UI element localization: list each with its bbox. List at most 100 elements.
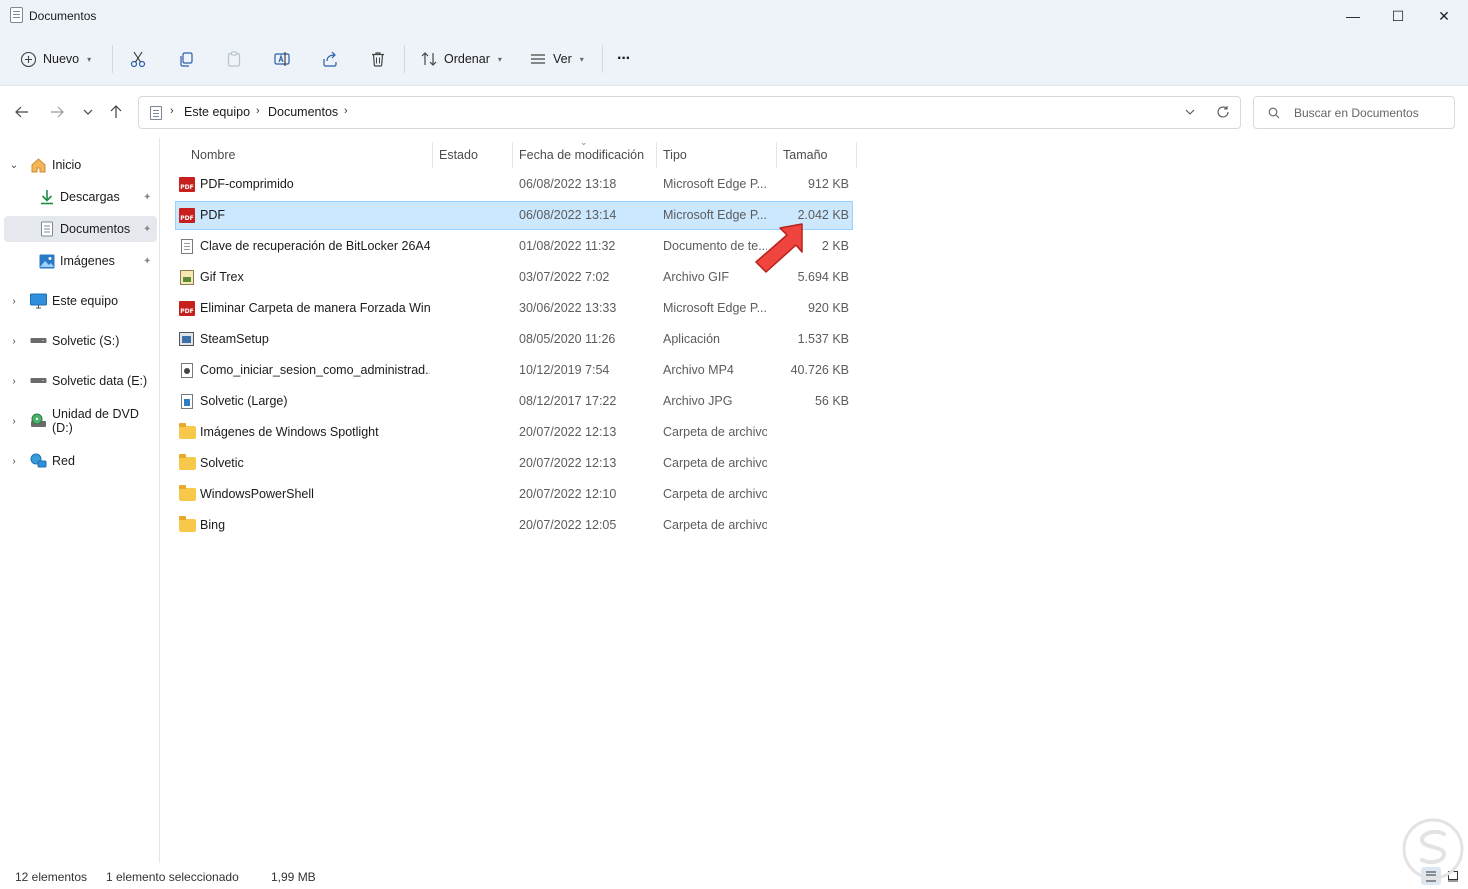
search-input[interactable] xyxy=(1294,103,1444,123)
share-button[interactable] xyxy=(321,44,339,74)
new-button[interactable]: Nuevo ▾ xyxy=(20,44,91,74)
file-row-solvetic-folder[interactable]: Solvetic 20/07/2022 12:13 Carpeta de arc… xyxy=(175,449,853,478)
minimize-button[interactable]: — xyxy=(1330,0,1376,32)
file-date: 20/07/2022 12:13 xyxy=(519,425,617,439)
network-icon xyxy=(30,453,47,470)
expand-icon[interactable]: › xyxy=(8,336,20,347)
separator xyxy=(404,45,405,73)
file-row-windowspowershell[interactable]: WindowsPowerShell 20/07/2022 12:10 Carpe… xyxy=(175,480,853,509)
application-file-icon xyxy=(179,332,196,348)
column-header-estado[interactable]: Estado xyxy=(439,142,478,168)
file-type: Microsoft Edge P... xyxy=(663,177,767,191)
file-row-imagenes-spotlight[interactable]: Imágenes de Windows Spotlight 20/07/2022… xyxy=(175,418,853,447)
file-row-solvetic-large[interactable]: Solvetic (Large) 08/12/2017 17:22 Archiv… xyxy=(175,387,853,416)
breadcrumb-este-equipo[interactable]: Este equipo xyxy=(184,105,250,119)
sidebar-item-solvetic-s[interactable]: › Solvetic (S:) xyxy=(4,328,157,354)
maximize-button[interactable]: ☐ xyxy=(1375,0,1421,32)
file-size: 2 KB xyxy=(821,239,849,253)
file-date: 20/07/2022 12:05 xyxy=(519,518,617,532)
up-button[interactable] xyxy=(104,100,128,124)
share-icon xyxy=(323,51,337,67)
collapse-icon[interactable]: ⌄ xyxy=(8,160,20,171)
chevron-down-icon: ▾ xyxy=(579,54,584,64)
column-divider[interactable] xyxy=(856,142,857,168)
view-button[interactable]: Ver ▾ xyxy=(529,44,584,74)
sort-button-label: Ordenar xyxy=(444,52,490,66)
file-date: 20/07/2022 12:13 xyxy=(519,456,617,470)
selection-info: 1 elemento seleccionado xyxy=(106,870,239,884)
column-header-tamano[interactable]: Tamaño xyxy=(783,142,827,168)
file-row-pdf-comprimido[interactable]: PDF PDF-comprimido 06/08/2022 13:18 Micr… xyxy=(175,170,853,199)
forward-button[interactable] xyxy=(45,100,69,124)
search-box[interactable] xyxy=(1253,96,1455,129)
file-name: PDF xyxy=(200,208,225,222)
column-divider[interactable] xyxy=(512,142,513,168)
expand-icon[interactable]: › xyxy=(8,376,20,387)
arrow-left-icon xyxy=(15,106,28,118)
sidebar-item-solvetic-data-e[interactable]: › Solvetic data (E:) xyxy=(4,368,157,394)
file-date: 06/08/2022 13:14 xyxy=(519,208,617,222)
recent-locations-button[interactable] xyxy=(76,100,100,124)
sort-indicator-icon: ⌄ xyxy=(580,137,588,147)
file-row-eliminar-carpeta[interactable]: PDF Eliminar Carpeta de manera Forzada W… xyxy=(175,294,853,323)
file-date: 08/12/2017 17:22 xyxy=(519,394,617,408)
file-type: Carpeta de archivos xyxy=(663,518,767,532)
copy-icon xyxy=(180,52,193,67)
pin-icon[interactable]: ✦ xyxy=(143,192,151,203)
address-row: › Este equipo › Documentos › xyxy=(0,86,1468,138)
sidebar-item-label: Este equipo xyxy=(52,294,119,308)
sidebar-item-descargas[interactable]: Descargas ✦ xyxy=(4,184,157,210)
file-size: 912 KB xyxy=(807,177,849,191)
sidebar-item-este-equipo[interactable]: › Este equipo xyxy=(4,288,157,314)
separator xyxy=(112,45,113,73)
sidebar-item-red[interactable]: › Red xyxy=(4,448,157,474)
sidebar-item-unidad-dvd-d[interactable]: › Unidad de DVD (D:) xyxy=(4,407,157,435)
annotation-arrow-icon xyxy=(755,223,803,273)
address-history-dropdown[interactable] xyxy=(1184,106,1196,121)
chevron-down-icon xyxy=(83,109,93,115)
address-bar[interactable]: › Este equipo › Documentos › xyxy=(138,96,1241,129)
file-type: Aplicación xyxy=(663,332,720,346)
folder-icon xyxy=(179,485,196,503)
sort-button[interactable]: Ordenar ▾ xyxy=(420,44,502,74)
refresh-button[interactable] xyxy=(1216,105,1230,122)
copy-button[interactable] xyxy=(177,44,195,74)
file-row-steamsetup[interactable]: SteamSetup 08/05/2020 11:26 Aplicación 1… xyxy=(175,325,853,354)
file-row-como-iniciar-sesion[interactable]: Como_iniciar_sesion_como_administrad... … xyxy=(175,356,853,385)
column-header-nombre[interactable]: Nombre xyxy=(191,142,235,168)
dvd-icon xyxy=(30,413,47,430)
file-name: PDF-comprimido xyxy=(200,177,294,191)
item-count: 12 elementos xyxy=(15,870,88,884)
cut-button[interactable] xyxy=(129,44,147,74)
paste-button[interactable] xyxy=(225,44,243,74)
text-file-icon xyxy=(179,239,196,255)
back-button[interactable] xyxy=(10,100,34,124)
sidebar-item-imagenes[interactable]: Imágenes ✦ xyxy=(4,248,157,274)
status-bar: 12 elementos 1 elemento seleccionado 1,9… xyxy=(0,863,1468,889)
solvetic-watermark-logo xyxy=(1402,818,1464,880)
file-row-bing[interactable]: Bing 20/07/2022 12:05 Carpeta de archivo… xyxy=(175,511,853,540)
pin-icon[interactable]: ✦ xyxy=(143,256,151,267)
pin-icon[interactable]: ✦ xyxy=(143,224,151,235)
column-divider[interactable] xyxy=(432,142,433,168)
arrow-right-icon xyxy=(51,106,64,118)
arrow-up-icon xyxy=(110,105,122,118)
delete-icon xyxy=(372,52,384,67)
sidebar-item-documentos[interactable]: Documentos ✦ xyxy=(4,216,157,242)
expand-icon[interactable]: › xyxy=(8,456,20,467)
rename-button[interactable] xyxy=(273,44,291,74)
expand-icon[interactable]: › xyxy=(8,416,20,427)
column-divider[interactable] xyxy=(656,142,657,168)
column-divider[interactable] xyxy=(776,142,777,168)
file-size: 1.537 KB xyxy=(797,332,849,346)
delete-button[interactable] xyxy=(369,44,387,74)
expand-icon[interactable]: › xyxy=(8,296,20,307)
more-options-button[interactable]: ··· xyxy=(617,44,631,74)
column-header-tipo[interactable]: Tipo xyxy=(663,142,687,168)
sidebar-item-inicio[interactable]: ⌄ Inicio xyxy=(4,152,157,178)
file-date: 01/08/2022 11:32 xyxy=(519,239,616,253)
new-button-label: Nuevo xyxy=(43,52,80,66)
breadcrumb-documentos[interactable]: Documentos xyxy=(268,105,338,119)
close-button[interactable]: ✕ xyxy=(1421,0,1467,32)
chevron-down-icon: ▾ xyxy=(87,54,92,64)
